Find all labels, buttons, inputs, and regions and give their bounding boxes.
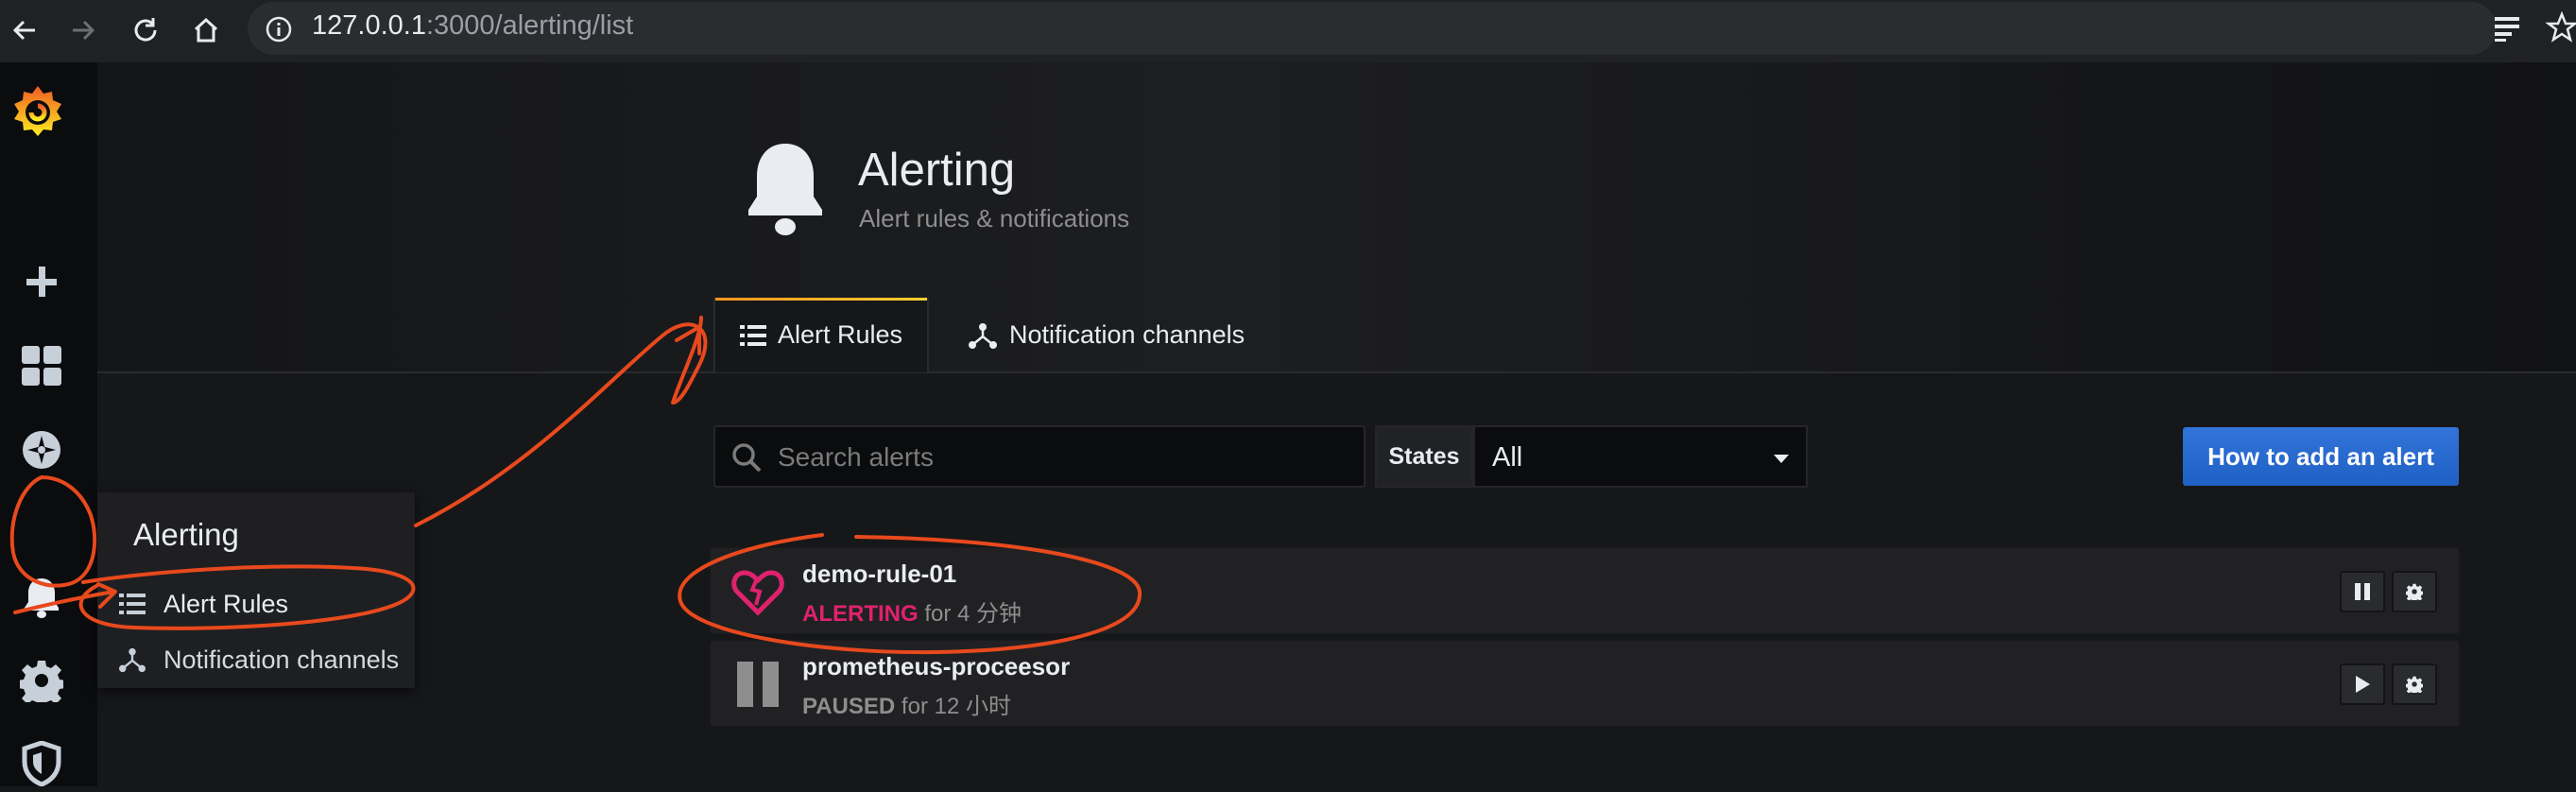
back-icon[interactable] xyxy=(4,9,45,51)
home-icon[interactable] xyxy=(185,9,227,51)
pause-icon xyxy=(2355,583,2370,600)
flyout-header[interactable]: Alerting xyxy=(97,492,415,576)
channels-icon xyxy=(969,322,997,349)
pause-button[interactable] xyxy=(2340,571,2385,612)
site-info-icon[interactable] xyxy=(265,15,293,48)
flyout-item-alert-rules[interactable]: Alert Rules xyxy=(118,580,288,628)
caret-down-icon xyxy=(1774,455,1789,463)
state-duration: for 12 小时 xyxy=(901,694,1011,719)
gear-icon xyxy=(2406,583,2423,600)
flyout-item-label: Alert Rules xyxy=(163,589,289,618)
url-host: 127.0.0.1 xyxy=(312,10,426,41)
plus-icon[interactable] xyxy=(13,253,70,310)
flyout-item-label: Notification channels xyxy=(163,645,400,674)
tab-label: Alert Rules xyxy=(777,320,903,349)
rule-name[interactable]: prometheus-proceesor xyxy=(802,652,1070,681)
reading-list-icon[interactable] xyxy=(2491,13,2523,48)
settings-button[interactable] xyxy=(2392,663,2437,705)
how-to-add-alert-button[interactable]: How to add an alert xyxy=(2183,427,2459,486)
tab-label: Notification channels xyxy=(1009,320,1245,349)
reload-icon[interactable] xyxy=(125,9,166,51)
page-subtitle: Alert rules & notifications xyxy=(859,204,1130,232)
forward-icon[interactable] xyxy=(62,9,104,51)
rule-name[interactable]: demo-rule-01 xyxy=(802,560,956,589)
explore-compass-icon[interactable] xyxy=(13,422,70,478)
header-divider xyxy=(97,371,2576,373)
alert-rule-row[interactable]: prometheus-proceesor PAUSED for 12 小时 xyxy=(711,641,2459,726)
flyout-title: Alerting xyxy=(133,517,239,552)
list-icon xyxy=(739,324,766,346)
channels-icon xyxy=(119,647,146,673)
heart-break-icon xyxy=(731,565,784,618)
bookmark-star-icon[interactable] xyxy=(2545,10,2576,48)
grafana-logo-icon[interactable] xyxy=(9,83,66,140)
state-duration: for 4 分钟 xyxy=(924,601,1022,627)
resume-button[interactable] xyxy=(2340,663,2385,705)
search-icon xyxy=(732,443,762,473)
state-badge: ALERTING xyxy=(802,601,919,627)
states-value: All xyxy=(1492,442,1523,473)
alert-rule-row[interactable]: demo-rule-01 ALERTING for 4 分钟 xyxy=(711,548,2459,633)
pause-icon xyxy=(731,658,784,711)
gear-icon xyxy=(2406,676,2423,693)
state-badge: PAUSED xyxy=(802,694,896,719)
states-label: States xyxy=(1375,425,1473,488)
play-icon xyxy=(2356,676,2370,693)
bell-icon xyxy=(745,140,826,238)
shield-icon[interactable] xyxy=(13,735,70,792)
flyout-item-notification-channels[interactable]: Notification channels xyxy=(118,636,399,683)
search-box xyxy=(713,425,1365,488)
page-header xyxy=(97,62,2576,372)
tab-notification-channels[interactable]: Notification channels xyxy=(968,298,1245,372)
tab-alert-rules[interactable]: Alert Rules xyxy=(713,298,929,372)
side-menu xyxy=(0,62,97,786)
list-icon xyxy=(119,594,146,614)
search-input[interactable] xyxy=(776,427,1347,488)
url-path: :3000/alerting/list xyxy=(425,10,634,41)
rule-state: ALERTING for 4 分钟 xyxy=(802,594,1022,628)
gear-icon[interactable] xyxy=(13,652,70,709)
page-title: Alerting xyxy=(858,145,1016,196)
bell-icon[interactable] xyxy=(13,569,70,626)
browser-toolbar: 127.0.0.1:3000/alerting/list xyxy=(0,0,2576,62)
url-text[interactable]: 127.0.0.1:3000/alerting/list xyxy=(312,10,633,42)
states-select[interactable]: All xyxy=(1473,425,1808,488)
settings-button[interactable] xyxy=(2392,571,2437,612)
rule-state: PAUSED for 12 小时 xyxy=(802,687,1011,720)
dashboards-icon[interactable] xyxy=(13,337,70,394)
